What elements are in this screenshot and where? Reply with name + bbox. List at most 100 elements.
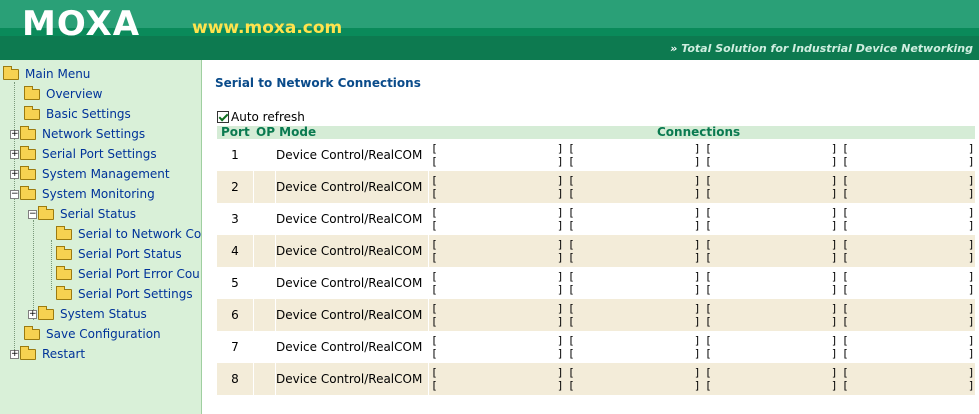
connection-slot-open-bracket: [ bbox=[431, 206, 438, 219]
collapse-minus-icon[interactable]: − bbox=[10, 189, 19, 199]
sidebar-item-system-monitoring[interactable]: − System Monitoring bbox=[10, 184, 155, 204]
column-divider bbox=[253, 235, 254, 267]
connection-slot-open-bracket: [ bbox=[842, 315, 849, 328]
connection-slot-close-bracket: ] bbox=[694, 366, 701, 379]
connection-slot-close-bracket: ] bbox=[831, 270, 838, 283]
expand-plus-icon[interactable]: + bbox=[10, 169, 19, 179]
connection-slot-close-bracket: ] bbox=[831, 219, 838, 232]
connection-slot-close-bracket: ] bbox=[557, 347, 564, 360]
sidebar-item-basic-settings[interactable]: Basic Settings bbox=[24, 104, 131, 124]
connection-slot-close-bracket: ] bbox=[968, 347, 975, 360]
column-divider bbox=[428, 235, 429, 267]
column-header-connections: Connections bbox=[657, 125, 741, 139]
connection-slot-open-bracket: [ bbox=[568, 238, 575, 251]
connection-slot-open-bracket: [ bbox=[842, 347, 849, 360]
connection-slot-close-bracket: ] bbox=[831, 155, 838, 168]
op-mode-cell: Device Control/RealCOM bbox=[276, 180, 423, 194]
sidebar-item-main-menu[interactable]: Main Menu bbox=[3, 64, 90, 84]
op-mode-cell: Device Control/RealCOM bbox=[276, 308, 423, 322]
connection-slot-open-bracket: [ bbox=[842, 142, 849, 155]
tree-guide-line bbox=[51, 240, 52, 290]
sidebar-item-label: Overview bbox=[46, 87, 103, 101]
connection-slot-close-bracket: ] bbox=[831, 283, 838, 296]
connection-slot-open-bracket: [ bbox=[705, 366, 712, 379]
folder-icon bbox=[56, 225, 72, 240]
sidebar-item-restart[interactable]: + Restart bbox=[10, 344, 85, 364]
port-number-cell: 8 bbox=[231, 372, 239, 386]
auto-refresh-checkbox[interactable] bbox=[217, 111, 229, 123]
connection-slot-close-bracket: ] bbox=[557, 238, 564, 251]
expand-plus-icon[interactable]: + bbox=[10, 349, 19, 359]
connection-slot-close-bracket: ] bbox=[557, 302, 564, 315]
connection-slot-close-bracket: ] bbox=[831, 187, 838, 200]
sidebar-item-label: System Management bbox=[42, 167, 170, 181]
connection-slot-open-bracket: [ bbox=[431, 187, 438, 200]
op-mode-cell: Device Control/RealCOM bbox=[276, 372, 423, 386]
expand-plus-icon[interactable]: + bbox=[28, 309, 37, 319]
connection-slot-close-bracket: ] bbox=[831, 347, 838, 360]
folder-icon bbox=[24, 105, 40, 120]
connection-slot-open-bracket: [ bbox=[842, 270, 849, 283]
column-divider bbox=[428, 331, 429, 363]
connection-slot-open-bracket: [ bbox=[842, 238, 849, 251]
connection-slot-open-bracket: [ bbox=[431, 270, 438, 283]
connection-slot-close-bracket: ] bbox=[557, 187, 564, 200]
sidebar-item-system-management[interactable]: + System Management bbox=[10, 164, 170, 184]
sidebar-item-serial-port-settings-status[interactable]: Serial Port Settings bbox=[56, 284, 193, 304]
collapse-minus-icon[interactable]: − bbox=[28, 209, 37, 219]
moxa-url-link[interactable]: www.moxa.com bbox=[192, 18, 342, 38]
connection-slot-close-bracket: ] bbox=[831, 379, 838, 392]
connection-slot-close-bracket: ] bbox=[694, 315, 701, 328]
connection-slot-open-bracket: [ bbox=[431, 283, 438, 296]
connection-slot-close-bracket: ] bbox=[968, 334, 975, 347]
sidebar-item-serial-port-error-count[interactable]: Serial Port Error Cou bbox=[56, 264, 200, 284]
moxa-logo: MOXA bbox=[22, 4, 141, 44]
connection-slot-close-bracket: ] bbox=[694, 283, 701, 296]
auto-refresh-toggle[interactable]: Auto refresh bbox=[217, 110, 305, 124]
sidebar-item-network-settings[interactable]: + Network Settings bbox=[10, 124, 145, 144]
connection-slot-close-bracket: ] bbox=[831, 315, 838, 328]
port-number-cell: 4 bbox=[231, 244, 239, 258]
connection-slot-close-bracket: ] bbox=[694, 334, 701, 347]
sidebar-item-label: Serial Port Settings bbox=[42, 147, 157, 161]
sidebar-item-serial-to-network[interactable]: Serial to Network Co bbox=[56, 224, 201, 244]
connection-slot-open-bracket: [ bbox=[431, 142, 438, 155]
connection-slot-open-bracket: [ bbox=[568, 347, 575, 360]
connection-slot-close-bracket: ] bbox=[968, 187, 975, 200]
expand-plus-icon[interactable]: + bbox=[10, 129, 19, 139]
port-number-cell: 2 bbox=[231, 180, 239, 194]
connection-slot-close-bracket: ] bbox=[968, 315, 975, 328]
expand-plus-icon[interactable]: + bbox=[10, 149, 19, 159]
sidebar-item-overview[interactable]: Overview bbox=[24, 84, 103, 104]
connection-slot-close-bracket: ] bbox=[968, 238, 975, 251]
table-body: 1 Device Control/RealCOM [] [] [] [] [] [] [] [] 2… bbox=[217, 139, 975, 395]
connection-slot-close-bracket: ] bbox=[557, 251, 564, 264]
connection-slot-close-bracket: ] bbox=[557, 270, 564, 283]
sidebar-item-serial-status[interactable]: − Serial Status bbox=[28, 204, 136, 224]
connection-slot-open-bracket: [ bbox=[568, 155, 575, 168]
folder-icon bbox=[24, 325, 40, 340]
connection-slot-close-bracket: ] bbox=[694, 187, 701, 200]
folder-icon bbox=[24, 85, 40, 100]
connection-slot-open-bracket: [ bbox=[431, 219, 438, 232]
tagline: » Total Solution for Industrial Device Ne… bbox=[670, 42, 973, 55]
sidebar-item-serial-port-settings[interactable]: + Serial Port Settings bbox=[10, 144, 157, 164]
folder-icon bbox=[20, 125, 36, 140]
connection-slot-close-bracket: ] bbox=[694, 302, 701, 315]
sidebar-item-label: Save Configuration bbox=[46, 327, 161, 341]
column-header-port: Port bbox=[221, 125, 250, 139]
column-divider bbox=[428, 267, 429, 299]
connection-slot-close-bracket: ] bbox=[968, 219, 975, 232]
folder-icon bbox=[56, 285, 72, 300]
connection-slot-close-bracket: ] bbox=[557, 142, 564, 155]
sidebar-item-save-configuration[interactable]: Save Configuration bbox=[24, 324, 161, 344]
port-number-cell: 1 bbox=[231, 148, 239, 162]
connection-slot-open-bracket: [ bbox=[568, 206, 575, 219]
connection-slot-close-bracket: ] bbox=[557, 206, 564, 219]
sidebar-item-serial-port-status[interactable]: Serial Port Status bbox=[56, 244, 182, 264]
column-divider bbox=[428, 171, 429, 203]
sidebar-item-system-status[interactable]: + System Status bbox=[28, 304, 147, 324]
connection-slot-close-bracket: ] bbox=[968, 142, 975, 155]
connection-slot-open-bracket: [ bbox=[705, 283, 712, 296]
connection-slot-close-bracket: ] bbox=[557, 366, 564, 379]
